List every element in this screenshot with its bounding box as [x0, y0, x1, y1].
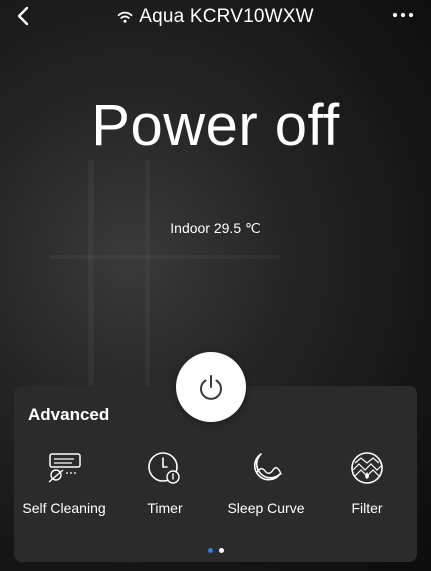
device-name: Aqua KCRV10WXW — [139, 6, 314, 27]
power-icon — [200, 375, 222, 400]
self-cleaning-label: Self Cleaning — [22, 500, 106, 516]
timer-icon — [148, 452, 180, 484]
page-dot-active — [207, 548, 213, 553]
page-indicator — [14, 548, 417, 553]
filter-icon — [351, 452, 383, 484]
self-cleaning-button[interactable]: Self Cleaning — [14, 450, 114, 520]
self-cleaning-icon — [48, 453, 81, 483]
advanced-features: Self Cleaning Timer Sleep Curve Filter — [14, 450, 417, 520]
power-button[interactable] — [176, 352, 246, 422]
sleep-curve-label: Sleep Curve — [227, 500, 305, 516]
device-title: Aqua KCRV10WXW — [0, 4, 431, 30]
filter-button[interactable]: Filter — [317, 450, 417, 520]
timer-label: Timer — [147, 500, 183, 516]
power-status-text: Power off — [91, 93, 340, 158]
timer-button[interactable]: Timer — [115, 450, 215, 520]
filter-label: Filter — [351, 500, 383, 516]
wifi-icon — [117, 11, 133, 23]
background-shape — [50, 255, 280, 259]
page-dot — [218, 548, 224, 553]
indoor-temperature: Indoor 29.5 ℃ — [170, 220, 261, 236]
more-options-button[interactable] — [391, 6, 415, 24]
header-bar: Aqua KCRV10WXW — [0, 0, 431, 34]
sleep-curve-icon — [254, 453, 282, 481]
sleep-curve-button[interactable]: Sleep Curve — [216, 450, 316, 520]
more-dots-icon — [392, 12, 414, 18]
advanced-title: Advanced — [28, 405, 110, 424]
